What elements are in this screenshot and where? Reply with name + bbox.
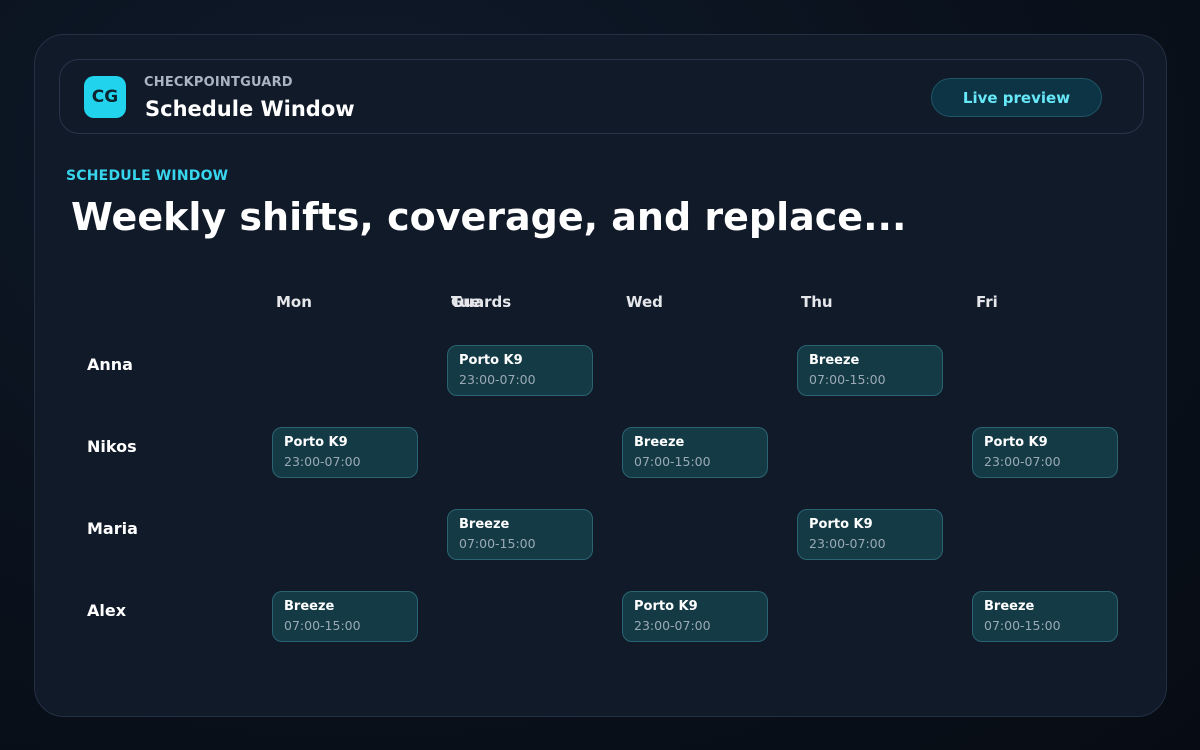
shift-site: Breeze <box>809 353 860 368</box>
guard-name-anna: Anna <box>87 355 133 374</box>
shift-site: Porto K9 <box>984 435 1048 450</box>
guard-name-alex: Alex <box>87 601 127 620</box>
shift-alex-fri[interactable]: Breeze 07:00-15:00 <box>972 591 1118 642</box>
shift-maria-tue[interactable]: Breeze 07:00-15:00 <box>447 509 593 560</box>
shift-time: 07:00-15:00 <box>284 618 361 633</box>
guard-name-maria: Maria <box>87 519 138 538</box>
shift-alex-mon[interactable]: Breeze 07:00-15:00 <box>272 591 418 642</box>
shift-time: 23:00-07:00 <box>809 536 886 551</box>
shift-alex-wed[interactable]: Porto K9 23:00-07:00 <box>622 591 768 642</box>
shift-site: Breeze <box>984 599 1035 614</box>
day-header-wed: Wed <box>626 293 663 311</box>
page-title: Schedule Window <box>145 97 355 121</box>
day-header-fri: Fri <box>976 293 998 311</box>
shift-anna-thu[interactable]: Breeze 07:00-15:00 <box>797 345 943 396</box>
section-eyebrow: SCHEDULE WINDOW <box>66 168 229 184</box>
shift-time: 07:00-15:00 <box>984 618 1061 633</box>
live-preview-button[interactable]: Live preview <box>931 78 1102 117</box>
shift-site: Porto K9 <box>459 353 523 368</box>
shift-site: Porto K9 <box>809 517 873 532</box>
guards-header: Guards <box>451 293 512 311</box>
shift-time: 23:00-07:00 <box>984 454 1061 469</box>
shift-site: Porto K9 <box>284 435 348 450</box>
day-header-mon: Mon <box>276 293 312 311</box>
shift-site: Breeze <box>284 599 335 614</box>
shift-nikos-fri[interactable]: Porto K9 23:00-07:00 <box>972 427 1118 478</box>
shift-time: 07:00-15:00 <box>459 536 536 551</box>
shift-time: 23:00-07:00 <box>284 454 361 469</box>
shift-time: 23:00-07:00 <box>634 618 711 633</box>
guard-name-nikos: Nikos <box>87 437 137 456</box>
shift-maria-thu[interactable]: Porto K9 23:00-07:00 <box>797 509 943 560</box>
shift-site: Breeze <box>634 435 685 450</box>
shift-site: Breeze <box>459 517 510 532</box>
shift-anna-tue[interactable]: Porto K9 23:00-07:00 <box>447 345 593 396</box>
shift-site: Porto K9 <box>634 599 698 614</box>
shift-time: 07:00-15:00 <box>809 372 886 387</box>
section-headline: Weekly shifts, coverage, and replace... <box>71 195 907 239</box>
shift-time: 23:00-07:00 <box>459 372 536 387</box>
shift-time: 07:00-15:00 <box>634 454 711 469</box>
day-header-thu: Thu <box>801 293 833 311</box>
brand-name: CHECKPOINTGUARD <box>144 75 293 90</box>
app-logo: CG <box>84 76 126 118</box>
shift-nikos-mon[interactable]: Porto K9 23:00-07:00 <box>272 427 418 478</box>
app-header: CG CHECKPOINTGUARD Schedule Window Live … <box>59 59 1144 134</box>
schedule-card: CG CHECKPOINTGUARD Schedule Window Live … <box>34 34 1167 717</box>
shift-nikos-wed[interactable]: Breeze 07:00-15:00 <box>622 427 768 478</box>
